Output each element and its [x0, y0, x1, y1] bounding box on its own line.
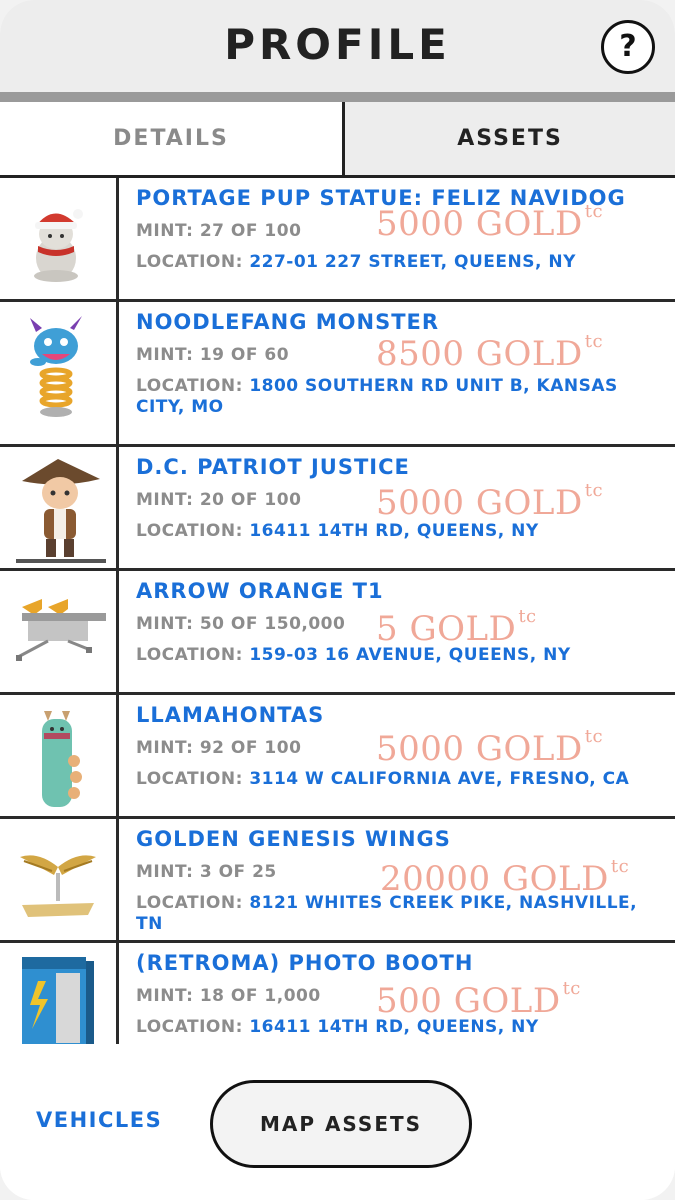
footer-bar: VEHICLES MAP ASSETS — [0, 1044, 675, 1200]
asset-row-golden-wings[interactable]: GOLDEN GENESIS WINGS MINT: 3 OF 25 LOCAT… — [0, 819, 675, 943]
asset-price: 5 GOLD tc — [376, 605, 537, 649]
asset-price: 20000 GOLD tc — [380, 855, 630, 899]
asset-row-llamahontas[interactable]: LLAMAHONTAS MINT: 92 OF 100 LOCATION: 31… — [0, 695, 675, 819]
asset-row-feliz-navidog[interactable]: PORTAGE PUP STATUE: FELIZ NAVIDOG MINT: … — [0, 178, 675, 302]
santa-dog-statue-icon — [34, 209, 83, 282]
asset-name: LLAMAHONTAS — [136, 703, 325, 727]
asset-row-patriot-justice[interactable]: D.C. PATRIOT JUSTICE MINT: 20 OF 100 LOC… — [0, 447, 675, 571]
asset-name: (RETROMA) PHOTO BOOTH — [136, 951, 474, 975]
location-label: LOCATION: — [136, 1017, 243, 1037]
profile-screen: PROFILE ? DETAILS ASSETS PORTAGE PUP STA… — [0, 0, 675, 1200]
asset-thumbnail — [0, 571, 119, 692]
vehicles-link[interactable]: VEHICLES — [36, 1108, 162, 1132]
patriot-figure-icon — [16, 459, 106, 563]
asset-thumbnail — [0, 447, 119, 568]
asset-price: 5000 GOLD tc — [376, 200, 604, 244]
llama-statue-icon — [42, 711, 82, 807]
asset-price: 5000 GOLD tc — [376, 725, 604, 769]
asset-name: ARROW ORANGE T1 — [136, 579, 384, 603]
location-label: LOCATION: — [136, 252, 243, 272]
asset-price: 5000 GOLD tc — [376, 479, 604, 523]
photo-booth-icon — [22, 957, 94, 1044]
map-assets-button[interactable]: MAP ASSETS — [210, 1080, 472, 1168]
location-value: 3114 W CALIFORNIA AVE, FRESNO, CA — [249, 769, 630, 789]
asset-row-arrow-orange[interactable]: ARROW ORANGE T1 MINT: 50 OF 150,000 LOCA… — [0, 571, 675, 695]
asset-location: LOCATION: 3114 W CALIFORNIA AVE, FRESNO,… — [136, 769, 669, 790]
help-button[interactable]: ? — [601, 20, 655, 74]
tab-details[interactable]: DETAILS — [0, 102, 342, 178]
arrow-bench-icon — [16, 599, 106, 661]
asset-location: LOCATION: 16411 14TH RD, QUEENS, NY — [136, 521, 669, 542]
golden-wings-icon — [20, 855, 96, 917]
tab-assets[interactable]: ASSETS — [342, 102, 675, 178]
asset-name: GOLDEN GENESIS WINGS — [136, 827, 451, 851]
asset-thumbnail — [0, 302, 119, 444]
spring-monster-icon — [30, 316, 82, 417]
asset-thumbnail — [0, 178, 119, 299]
asset-name: D.C. PATRIOT JUSTICE — [136, 455, 410, 479]
tab-bar: DETAILS ASSETS — [0, 102, 675, 178]
location-value: 16411 14TH RD, QUEENS, NY — [249, 521, 539, 541]
asset-thumbnail — [0, 943, 119, 1044]
asset-list[interactable]: PORTAGE PUP STATUE: FELIZ NAVIDOG MINT: … — [0, 178, 675, 1044]
location-value: 227-01 227 STREET, QUEENS, NY — [249, 252, 576, 272]
header-divider — [0, 92, 675, 102]
asset-location: LOCATION: 8121 WHITES CREEK PIKE, NASHVI… — [136, 893, 669, 935]
location-label: LOCATION: — [136, 893, 243, 913]
asset-row-photo-booth[interactable]: (RETROMA) PHOTO BOOTH MINT: 18 OF 1,000 … — [0, 943, 675, 1044]
page-title: PROFILE — [224, 20, 451, 69]
asset-price: 8500 GOLD tc — [376, 330, 604, 374]
asset-location: LOCATION: 1800 SOUTHERN RD UNIT B, KANSA… — [136, 376, 669, 418]
asset-price: 500 GOLD tc — [376, 977, 581, 1021]
asset-row-noodlefang[interactable]: NOODLEFANG MONSTER MINT: 19 OF 60 LOCATI… — [0, 302, 675, 447]
location-label: LOCATION: — [136, 645, 243, 665]
header-bar: PROFILE ? — [0, 0, 675, 92]
location-label: LOCATION: — [136, 769, 243, 789]
location-label: LOCATION: — [136, 376, 243, 396]
asset-location: LOCATION: 227-01 227 STREET, QUEENS, NY — [136, 252, 669, 273]
asset-thumbnail — [0, 695, 119, 816]
asset-thumbnail — [0, 819, 119, 940]
location-label: LOCATION: — [136, 521, 243, 541]
